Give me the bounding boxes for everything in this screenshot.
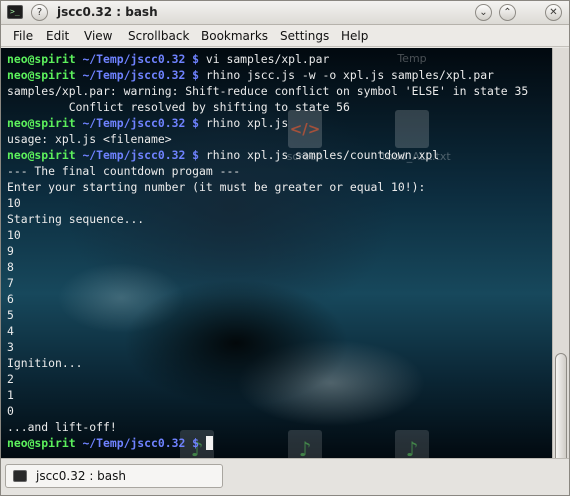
command-text: [199, 436, 206, 450]
title-bar[interactable]: >_ ? jscc0.32 : bash ⌄ ⌃ ✕: [1, 1, 569, 25]
prompt-path: ~/Temp/jscc0.32: [82, 116, 186, 130]
text-cursor[interactable]: [205, 436, 213, 450]
terminal-window: >_ ? jscc0.32 : bash ⌄ ⌃ ✕ File Edit Vie…: [0, 0, 570, 496]
menu-scrollback[interactable]: Scrollback: [128, 29, 189, 43]
menu-file[interactable]: File: [13, 29, 33, 43]
prompt-line: neo@spirit ~/Temp/jscc0.32 $ rhino jscc.…: [7, 67, 552, 83]
output-line: 9: [7, 244, 14, 258]
output-line: Conflict resolved by shifting to state 5…: [7, 100, 350, 114]
output-line: ...and lift-off!: [7, 420, 117, 434]
output-line: 4: [7, 324, 14, 338]
prompt-line: neo@spirit ~/Temp/jscc0.32 $ rhino xpl.j…: [7, 147, 552, 163]
prompt-user: neo@spirit: [7, 116, 76, 130]
prompt-path: ~/Temp/jscc0.32: [82, 436, 186, 450]
prompt-line: neo@spirit ~/Temp/jscc0.32 $ rhino xpl.j…: [7, 115, 552, 131]
prompt-symbol: $: [192, 52, 200, 66]
prompt-user: neo@spirit: [7, 148, 76, 162]
output-line: Starting sequence...: [7, 212, 145, 226]
prompt-symbol: $: [192, 68, 200, 82]
menu-help[interactable]: Help: [341, 29, 368, 43]
prompt-symbol: $: [192, 116, 200, 130]
maximize-icon[interactable]: ⌃: [499, 4, 516, 21]
output-line: samples/xpl.par: warning: Shift-reduce c…: [7, 84, 529, 98]
prompt-symbol: $: [192, 148, 200, 162]
prompt-line: neo@spirit ~/Temp/jscc0.32 $: [7, 435, 552, 451]
help-icon[interactable]: ?: [31, 4, 48, 21]
tab-label: jscc0.32 : bash: [36, 469, 126, 483]
prompt-line: neo@spirit ~/Temp/jscc0.32 $ vi samples/…: [7, 51, 552, 67]
menu-bar: File Edit View Scrollback Bookmarks Sett…: [1, 25, 569, 47]
prompt-path: ~/Temp/jscc0.32: [82, 148, 186, 162]
command-text: rhino xpl.js samples/countdown.xpl: [199, 148, 440, 162]
terminal-output: neo@spirit ~/Temp/jscc0.32 $ vi samples/…: [7, 51, 552, 451]
output-line: 10: [7, 228, 21, 242]
output-line: 5: [7, 308, 14, 322]
output-line: 3: [7, 340, 14, 354]
close-icon[interactable]: ✕: [545, 4, 562, 21]
output-line: --- The final countdown progam ---: [7, 164, 241, 178]
output-line: 1: [7, 388, 14, 402]
prompt-user: neo@spirit: [7, 436, 76, 450]
output-line: Enter your starting number (it must be g…: [7, 180, 426, 194]
command-text: vi samples/xpl.par: [199, 52, 330, 66]
prompt-path: ~/Temp/jscc0.32: [82, 52, 186, 66]
command-text: rhino jscc.js -w -o xpl.js samples/xpl.p…: [199, 68, 494, 82]
output-line: 0: [7, 404, 14, 418]
output-line: usage: xpl.js <filename>: [7, 132, 172, 146]
output-line: 8: [7, 260, 14, 274]
terminal-area[interactable]: Temp </> screen todo_ALL.txt ♪ ♪ ♪ neo@s…: [1, 48, 552, 458]
prompt-user: neo@spirit: [7, 68, 76, 82]
prompt-path: ~/Temp/jscc0.32: [82, 68, 186, 82]
menu-view[interactable]: View: [84, 29, 112, 43]
output-line: Ignition...: [7, 356, 83, 370]
prompt-symbol: $: [192, 436, 200, 450]
terminal-icon[interactable]: >_: [7, 5, 23, 19]
minimize-icon[interactable]: ⌄: [475, 4, 492, 21]
window-title: jscc0.32 : bash: [57, 5, 158, 19]
menu-bookmarks[interactable]: Bookmarks: [201, 29, 268, 43]
output-line: 6: [7, 292, 14, 306]
command-text: rhino xpl.js: [199, 116, 289, 130]
tab-session[interactable]: jscc0.32 : bash: [5, 464, 223, 488]
scrollbar[interactable]: [552, 48, 569, 473]
menu-settings[interactable]: Settings: [280, 29, 329, 43]
terminal-icon: [13, 470, 27, 482]
menu-edit[interactable]: Edit: [46, 29, 69, 43]
prompt-user: neo@spirit: [7, 52, 76, 66]
output-line: 2: [7, 372, 14, 386]
tab-bar: jscc0.32 : bash: [1, 458, 569, 495]
output-line: 7: [7, 276, 14, 290]
scrollbar-thumb[interactable]: [555, 353, 567, 473]
output-line: 10: [7, 196, 21, 210]
